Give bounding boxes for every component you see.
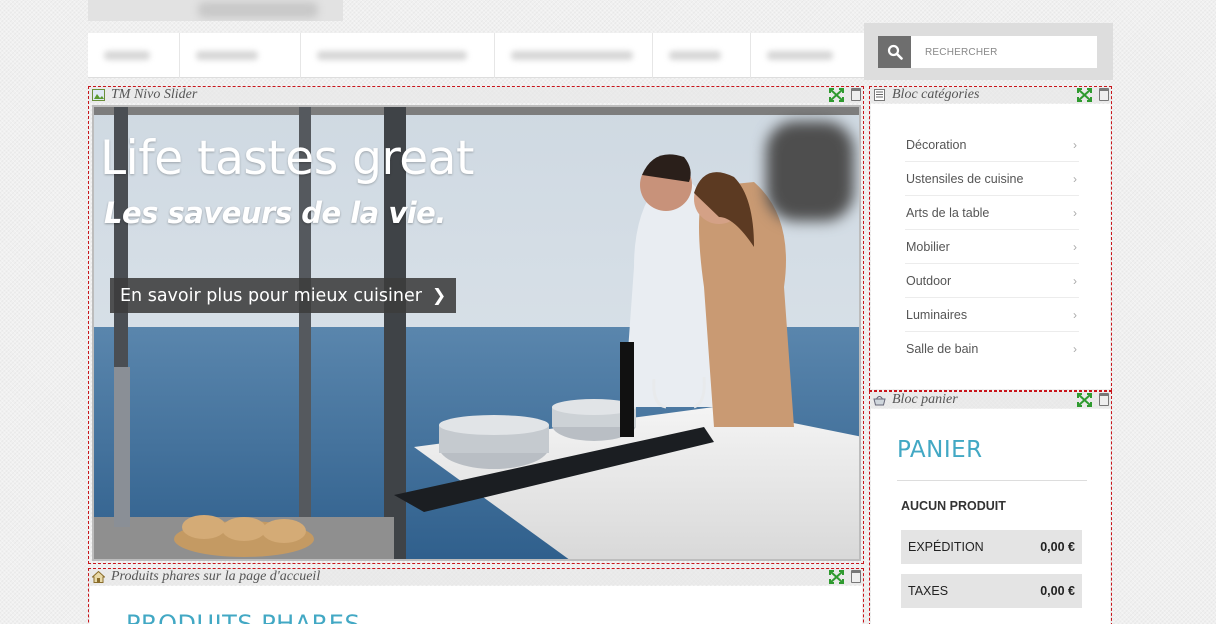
row-label: EXPÉDITION xyxy=(908,540,984,554)
image-icon xyxy=(92,89,105,101)
divider xyxy=(897,480,1087,481)
category-label: Outdoor xyxy=(906,273,952,288)
category-item[interactable]: Arts de la table › xyxy=(905,196,1079,230)
chevron-right-icon: › xyxy=(1073,342,1077,356)
move-icon[interactable] xyxy=(1077,88,1092,102)
move-icon[interactable] xyxy=(1077,393,1092,407)
slide-image[interactable]: Life tastes great Les saveurs de la vie.… xyxy=(92,105,861,561)
categories-panel: Décoration › Ustensiles de cuisine › Arts … xyxy=(871,104,1110,389)
search-icon xyxy=(887,44,903,60)
cart-empty-label: AUCUN PRODUIT xyxy=(901,499,1006,513)
chevron-right-icon: › xyxy=(1073,273,1077,288)
chevron-right-icon: › xyxy=(1073,307,1077,322)
category-item[interactable]: Mobilier › xyxy=(905,230,1079,264)
search-box xyxy=(864,23,1113,80)
featured-products-module: Produits phares sur la page d'accueil PR… xyxy=(88,568,864,624)
category-label: Luminaires xyxy=(906,307,968,322)
move-icon[interactable] xyxy=(829,88,844,102)
categories-module: Bloc catégories Décoration › Ustensiles d… xyxy=(869,86,1112,391)
row-amount: 0,00 € xyxy=(1040,540,1075,554)
brand-logo xyxy=(766,121,854,221)
category-label: Mobilier xyxy=(906,239,950,254)
category-item[interactable]: Décoration › xyxy=(905,128,1079,162)
top-menu-item[interactable] xyxy=(301,33,495,78)
category-label: Salle de bain xyxy=(906,342,979,356)
slider-module: TM Nivo Slider Life tastes great Les sav… xyxy=(88,86,864,564)
category-label: Décoration xyxy=(906,137,967,152)
top-menu-item[interactable] xyxy=(751,33,851,78)
category-item[interactable]: Luminaires › xyxy=(905,298,1079,332)
chevron-right-icon: › xyxy=(1073,205,1077,220)
module-header: Bloc panier xyxy=(870,392,1111,408)
cta-label: En savoir plus pour mieux cuisiner xyxy=(120,285,422,306)
category-item[interactable]: Ustensiles de cuisine › xyxy=(905,162,1079,196)
cart-shipping-row: EXPÉDITION 0,00 € xyxy=(901,530,1082,564)
chevron-right-icon: ❯ xyxy=(431,285,447,306)
module-title: Bloc catégories xyxy=(892,87,980,102)
chevron-right-icon: › xyxy=(1073,137,1077,152)
featured-title: PRODUITS PHARES xyxy=(126,610,361,624)
top-menu-item[interactable] xyxy=(180,33,301,78)
chevron-right-icon: › xyxy=(1073,239,1077,254)
search-button[interactable] xyxy=(878,36,911,68)
category-item[interactable]: Salle de bain › xyxy=(905,332,1079,366)
home-icon xyxy=(92,571,105,583)
trash-icon[interactable] xyxy=(1099,88,1109,101)
cart-taxes-row: TAXES 0,00 € xyxy=(901,574,1082,608)
cart-title[interactable]: PANIER xyxy=(897,437,983,463)
category-label: Ustensiles de cuisine xyxy=(906,171,1024,186)
document-icon xyxy=(874,89,885,101)
category-label: Arts de la table xyxy=(906,205,990,220)
module-title: Produits phares sur la page d'accueil xyxy=(111,569,321,584)
top-menu-item[interactable] xyxy=(88,33,180,78)
trash-icon[interactable] xyxy=(851,88,861,101)
chevron-right-icon: › xyxy=(1073,171,1077,186)
move-icon[interactable] xyxy=(829,570,844,584)
category-item[interactable]: Outdoor › xyxy=(905,264,1079,298)
row-amount: 0,00 € xyxy=(1040,584,1075,598)
search-input[interactable] xyxy=(911,36,1097,68)
top-menu-item[interactable] xyxy=(495,33,653,78)
row-label: TAXES xyxy=(908,584,949,598)
shop-logo[interactable] xyxy=(88,0,343,21)
top-menu-item[interactable] xyxy=(653,33,751,78)
module-header: Bloc catégories xyxy=(870,87,1111,103)
category-list: Décoration › Ustensiles de cuisine › Arts … xyxy=(905,128,1079,366)
top-menu xyxy=(88,33,864,78)
module-header: Produits phares sur la page d'accueil xyxy=(89,569,863,585)
module-title: TM Nivo Slider xyxy=(111,87,198,102)
featured-panel: PRODUITS PHARES xyxy=(90,586,862,624)
basket-icon xyxy=(873,396,886,406)
trash-icon[interactable] xyxy=(851,570,861,583)
module-header: TM Nivo Slider xyxy=(89,87,863,103)
trash-icon[interactable] xyxy=(1099,393,1109,406)
cart-module: Bloc panier PANIER AUCUN PRODUIT EXPÉDIT… xyxy=(869,391,1112,624)
slide-subheadline: Les saveurs de la vie. xyxy=(104,196,446,230)
module-title: Bloc panier xyxy=(892,392,958,407)
slide-cta-button[interactable]: En savoir plus pour mieux cuisiner ❯ xyxy=(110,278,457,313)
cart-panel: PANIER AUCUN PRODUIT EXPÉDITION 0,00 € T… xyxy=(871,409,1110,624)
slide-headline: Life tastes great xyxy=(100,131,474,186)
